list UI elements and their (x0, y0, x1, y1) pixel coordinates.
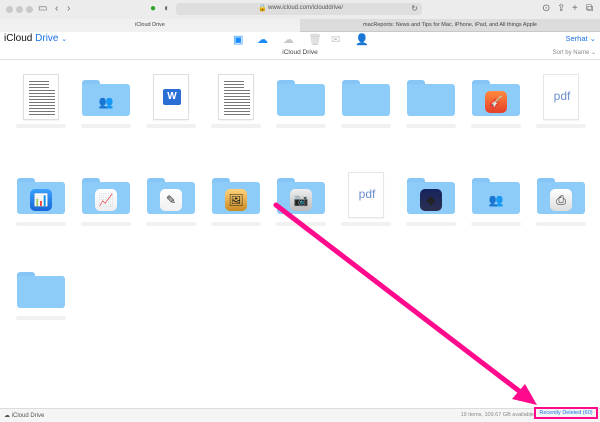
arrow-shaft (273, 202, 526, 397)
annotation-arrow (273, 202, 537, 405)
